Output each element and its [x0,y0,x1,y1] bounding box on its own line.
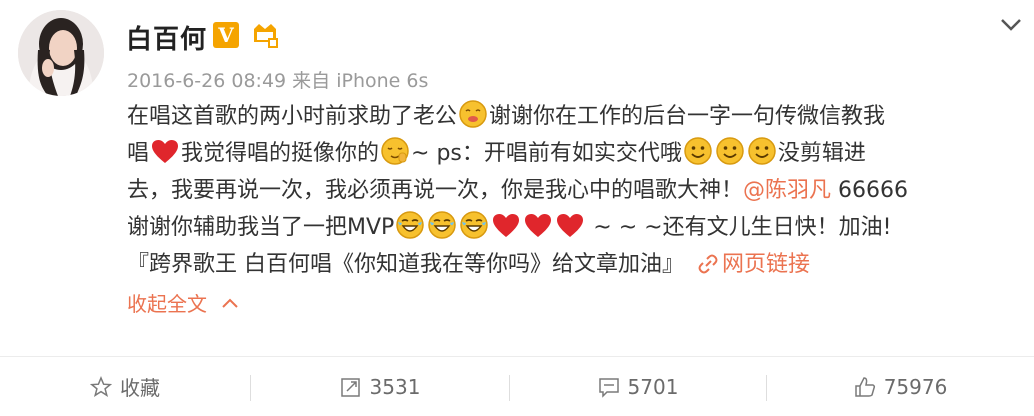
emoji-icon [396,211,425,239]
username[interactable]: 白百何 [126,19,207,56]
heart-icon [152,140,179,163]
content-text: 没剪辑进 [777,141,866,166]
repost-count: 3531 [369,374,421,399]
favorite-button[interactable]: 收藏 [0,357,250,416]
content-line: 去，我要再说一次，我必须再说一次，你是我心中的唱歌大神！@陈羽凡 66666 [127,172,1017,209]
content-text: 去，我要再说一次，我必须再说一次，你是我心中的唱歌大神！ [127,178,744,203]
content-line: 唱 我觉得唱的挺像你的 ~ ps：开唱前有如实交代哦 没剪辑进 [127,135,1017,172]
heart-icon [557,214,584,237]
member-badge-icon[interactable] [250,20,280,50]
emoji-icon [381,137,409,165]
heart-icon [493,214,520,237]
repost-button[interactable]: 3531 [251,357,509,416]
link-icon[interactable] [698,254,718,274]
content-line: 『跨界歌王 白百何唱《你知道我在等你吗》给文章加油』 网页链接 [127,246,1017,283]
emoji-icon [428,211,457,239]
content-text: 谢谢你在工作的后台一字一句传微信教我 [489,104,886,129]
verified-badge: V [213,22,239,48]
like-icon [854,376,875,397]
content-line: 在唱这首歌的两小时前求助了老公 谢谢你在工作的后台一字一句传微信教我 [127,98,1017,135]
collapse-link[interactable]: 收起全文 [127,292,207,316]
chevron-up-icon[interactable] [221,297,239,309]
heart-icon [525,214,552,237]
like-button[interactable]: 75976 [767,357,1034,416]
content-text: ~ ~ ~还有文儿生日快！加油! [586,215,892,240]
content-text: 66666 [831,178,909,203]
emoji-icon [716,137,744,165]
content-text: ~ ps：开唱前有如实交代哦 [411,141,682,166]
post-source: 来自 iPhone 6s [292,70,429,92]
content-text: 唱 [127,141,150,166]
web-link[interactable]: 网页链接 [722,252,810,277]
content-line: 收起全文 [127,286,1017,323]
post-meta: 2016-6-26 08:49 来自 iPhone 6s [127,66,428,93]
weibo-post: 白百何 V 2016-6-26 08:49 来自 iPhone 6s 在唱这首歌… [0,0,1034,416]
content-text: 在唱这首歌的两小时前求助了老公 [127,104,458,129]
post-content: 在唱这首歌的两小时前求助了老公 谢谢你在工作的后台一字一句传微信教我 唱 我觉得唱的… [127,98,1017,323]
content-text: 『跨界歌王 白百何唱《你知道我在等你吗》给文章加油』 [127,252,684,277]
action-bar: 收藏 3531 5701 75976 [0,357,1034,416]
avatar[interactable] [18,10,104,96]
content-text: 谢谢你辅助我当了一把MVP [127,215,395,240]
content-line: 谢谢你辅助我当了一把MVP ~ ~ ~还有文儿生日快！加油! [127,209,1017,246]
mention-link[interactable]: @陈羽凡 [743,178,831,203]
favorite-label: 收藏 [120,376,160,400]
content-text: 我觉得唱的挺像你的 [181,141,380,166]
comment-button[interactable]: 5701 [510,357,766,416]
comment-icon [598,377,619,398]
repost-icon [340,377,360,397]
chevron-down-icon[interactable] [996,14,1026,36]
emoji-icon [460,211,489,239]
post-timestamp[interactable]: 2016-6-26 08:49 [127,70,286,92]
star-icon [90,375,112,397]
emoji-icon [684,137,712,165]
comment-count: 5701 [627,374,679,399]
emoji-icon [459,100,487,128]
emoji-icon [748,137,776,165]
like-count: 75976 [883,374,948,399]
